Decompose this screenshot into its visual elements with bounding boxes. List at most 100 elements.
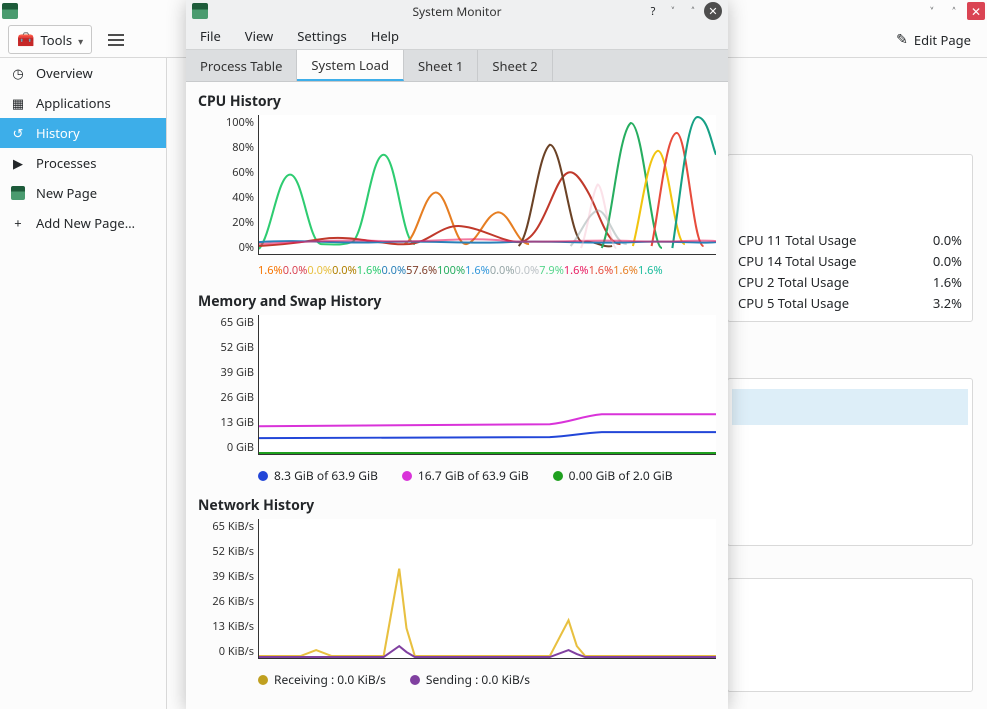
cpu-value: 0.0%	[933, 252, 962, 270]
network-y-axis: 65 KiB/s52 KiB/s39 KiB/s26 KiB/s13 KiB/s…	[198, 519, 258, 659]
sidebar-item-label: Add New Page…	[36, 214, 135, 232]
cpu-history-title: CPU History	[198, 92, 716, 111]
cpu-core-current-value: 0.0%	[381, 263, 406, 278]
tab-process-table[interactable]: Process Table	[186, 50, 297, 81]
cpu-core-current-value: 1.6%	[357, 263, 382, 278]
rainbow-stacked-chart	[728, 155, 972, 225]
system-load-content: CPU History 100%80%60%40%20%0%	[186, 82, 728, 709]
legend-label: 0.00 GiB of 2.0 GiB	[569, 467, 673, 484]
speedometer-icon: ◷	[10, 65, 26, 81]
maximize-button[interactable]: ˄	[945, 2, 963, 20]
tab-sheet-1[interactable]: Sheet 1	[404, 50, 478, 81]
cpu-label: CPU 14 Total Usage	[738, 252, 856, 270]
chevron-down-icon	[78, 31, 83, 49]
cpu-usage-row: CPU 11 Total Usage 0.0%	[738, 229, 962, 250]
sidebar-item-applications[interactable]: ▦Applications	[0, 88, 166, 118]
cpu-x-axis-labels: 1.6%0.0%0.0%0.0%1.6%0.0%57.6%100%1.6%0.0…	[258, 263, 716, 278]
y-tick: 13 GiB	[198, 415, 254, 430]
hamburger-menu[interactable]	[102, 28, 130, 52]
close-button[interactable]: ✕	[967, 2, 985, 20]
sidebar-item-label: History	[36, 124, 80, 142]
cpu-core-current-value: 1.6%	[638, 263, 663, 278]
legend-label: Sending : 0.0 KiB/s	[426, 671, 530, 688]
y-tick: 100%	[198, 115, 254, 130]
cpu-core-current-value: 0.0%	[515, 263, 540, 278]
sidebar-item-processes[interactable]: ▶ Processes	[0, 148, 166, 178]
sidebar-item-overview[interactable]: ◷ Overview	[0, 58, 166, 88]
y-tick: 0 GiB	[198, 440, 254, 455]
memory-mini-panel	[727, 378, 973, 546]
sidebar: ◷ Overview ▦Applications ↺ History ▶ Processes…	[0, 58, 167, 709]
y-tick: 39 KiB/s	[198, 569, 254, 584]
monitor-icon	[10, 185, 26, 201]
cpu-usage-row: CPU 14 Total Usage 0.0%	[738, 250, 962, 271]
y-tick: 13 KiB/s	[198, 619, 254, 634]
legend-item: Sending : 0.0 KiB/s	[410, 671, 530, 688]
cpu-core-current-value: 0.0%	[307, 263, 332, 278]
cpu-core-current-value: 57.6%	[406, 263, 437, 278]
cpu-history-chart	[258, 115, 716, 255]
y-tick: 0 KiB/s	[198, 644, 254, 659]
sidebar-item-add-new-page-[interactable]: + Add New Page…	[0, 208, 166, 238]
menu-file[interactable]: File	[190, 23, 231, 49]
cpu-core-current-value: 7.9%	[539, 263, 564, 278]
cpu-core-current-value: 1.6%	[564, 263, 589, 278]
plus-icon: +	[10, 215, 26, 231]
legend-color-dot	[258, 471, 268, 481]
legend-item: 0.00 GiB of 2.0 GiB	[553, 467, 673, 484]
tools-dropdown[interactable]: Tools	[8, 25, 92, 54]
tab-system-load[interactable]: System Load	[297, 50, 404, 81]
memory-legend: 8.3 GiB of 63.9 GiB16.7 GiB of 63.9 GiB0…	[258, 463, 716, 496]
network-history-title: Network History	[198, 496, 716, 515]
cpu-core-current-value: 100%	[437, 263, 465, 278]
sidebar-item-label: Applications	[36, 94, 111, 112]
process-icon: ▶	[10, 155, 26, 171]
cpu-label: CPU 2 Total Usage	[738, 273, 849, 291]
cpu-usage-row: CPU 5 Total Usage 3.2%	[738, 292, 962, 313]
cpu-label: CPU 5 Total Usage	[738, 294, 849, 312]
sidebar-item-label: Overview	[36, 64, 93, 82]
memory-history-title: Memory and Swap History	[198, 292, 716, 311]
legend-label: 16.7 GiB of 63.9 GiB	[418, 467, 529, 484]
y-tick: 26 KiB/s	[198, 594, 254, 609]
tab-sheet-2[interactable]: Sheet 2	[478, 50, 552, 81]
sidebar-item-new-page[interactable]: New Page	[0, 178, 166, 208]
menu-settings[interactable]: Settings	[287, 23, 356, 49]
y-tick: 52 GiB	[198, 340, 254, 355]
cpu-total-mini-panel: CPU 11 Total Usage0.0%CPU 14 Total Usage…	[727, 154, 973, 322]
y-tick: 40%	[198, 190, 254, 205]
pencil-icon	[896, 30, 908, 49]
fg-titlebar[interactable]: System Monitor ? ˅ ˄ ✕	[186, 0, 728, 22]
legend-color-dot	[410, 675, 420, 685]
cpu-core-current-value: 1.6%	[465, 263, 490, 278]
cpu-value: 1.6%	[933, 273, 962, 291]
legend-item: Receiving : 0.0 KiB/s	[258, 671, 386, 688]
sidebar-item-label: Processes	[36, 154, 96, 172]
edit-page-label: Edit Page	[914, 31, 971, 49]
window-title: System Monitor	[186, 3, 728, 20]
y-tick: 60%	[198, 165, 254, 180]
legend-label: Receiving : 0.0 KiB/s	[274, 671, 386, 688]
menu-help[interactable]: Help	[361, 23, 409, 49]
network-mini-panel	[727, 578, 973, 692]
y-tick: 65 KiB/s	[198, 519, 254, 534]
legend-item: 16.7 GiB of 63.9 GiB	[402, 467, 529, 484]
y-tick: 65 GiB	[198, 315, 254, 330]
cpu-usage-row: CPU 2 Total Usage 1.6%	[738, 271, 962, 292]
cpu-core-current-value: 0.0%	[283, 263, 308, 278]
sidebar-item-history[interactable]: ↺ History	[0, 118, 166, 148]
y-tick: 39 GiB	[198, 365, 254, 380]
minimize-button[interactable]: ˅	[923, 2, 941, 20]
y-tick: 20%	[198, 215, 254, 230]
tools-label: Tools	[40, 31, 72, 49]
edit-page-button[interactable]: Edit Page	[888, 26, 979, 53]
network-history-chart	[258, 519, 716, 659]
cpu-core-current-value: 0.0%	[332, 263, 357, 278]
cpu-value: 0.0%	[933, 231, 962, 249]
cpu-value: 3.2%	[933, 294, 962, 312]
history-icon: ↺	[10, 125, 26, 141]
menu-view[interactable]: View	[235, 23, 283, 49]
tab-bar: Process TableSystem LoadSheet 1Sheet 2	[186, 50, 728, 82]
cpu-label: CPU 11 Total Usage	[738, 231, 856, 249]
cpu-core-current-value: 1.6%	[258, 263, 283, 278]
